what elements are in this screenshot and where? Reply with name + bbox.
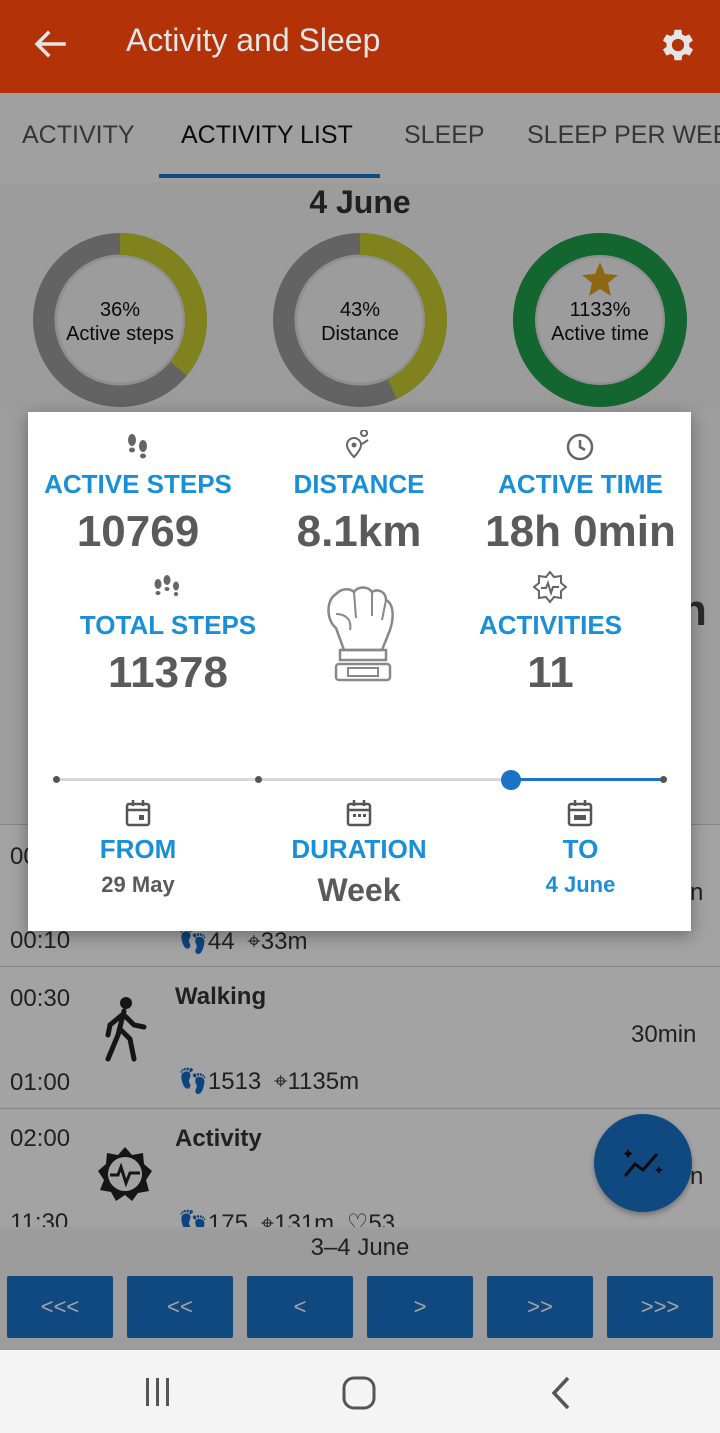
total-steps-label: TOTAL STEPS [79, 610, 257, 640]
fist-wristband-icon [327, 586, 394, 682]
active-steps-label: ACTIVE STEPS [44, 469, 232, 499]
dim-overlay-top [0, 0, 720, 93]
recent-apps-icon[interactable] [140, 1374, 176, 1410]
back-nav-icon[interactable] [546, 1374, 576, 1412]
slider-tick [53, 776, 60, 783]
distance-value: 8.1km [296, 507, 422, 556]
from-label: FROM [99, 834, 177, 864]
active-time-label: ACTIVE TIME [498, 469, 663, 499]
calendar-icon [567, 800, 593, 827]
clock-icon [566, 433, 594, 461]
activity-summary-dialog: ACTIVE STEPS 10769 DISTANCE 8.1km ACTIVE… [28, 412, 691, 931]
duration-label: DURATION [291, 834, 427, 864]
home-icon[interactable] [340, 1374, 378, 1412]
calendar-icon [346, 800, 372, 827]
footsteps-icon [154, 575, 179, 596]
calendar-icon [125, 800, 151, 827]
active-time-value: 18h 0min [485, 507, 676, 556]
from-date[interactable]: 29 May [28, 872, 248, 898]
to-date[interactable]: 4 June [470, 872, 691, 898]
total-steps-value: 11378 [108, 648, 228, 697]
distance-label: DISTANCE [293, 469, 425, 499]
to-label: TO [562, 834, 599, 864]
activity-badge-icon [533, 570, 567, 604]
footsteps-icon [128, 434, 147, 459]
slider-tick [255, 776, 262, 783]
map-pin-route-icon [345, 430, 369, 459]
duration-slider-active-track [511, 778, 663, 781]
activities-value: 11 [527, 648, 574, 697]
system-navigation-bar [0, 1350, 720, 1433]
duration-value[interactable]: Week [249, 872, 469, 909]
activities-label: ACTIVITIES [478, 610, 622, 640]
slider-tick [660, 776, 667, 783]
active-steps-value: 10769 [76, 507, 200, 556]
duration-slider-handle[interactable] [501, 770, 522, 790]
